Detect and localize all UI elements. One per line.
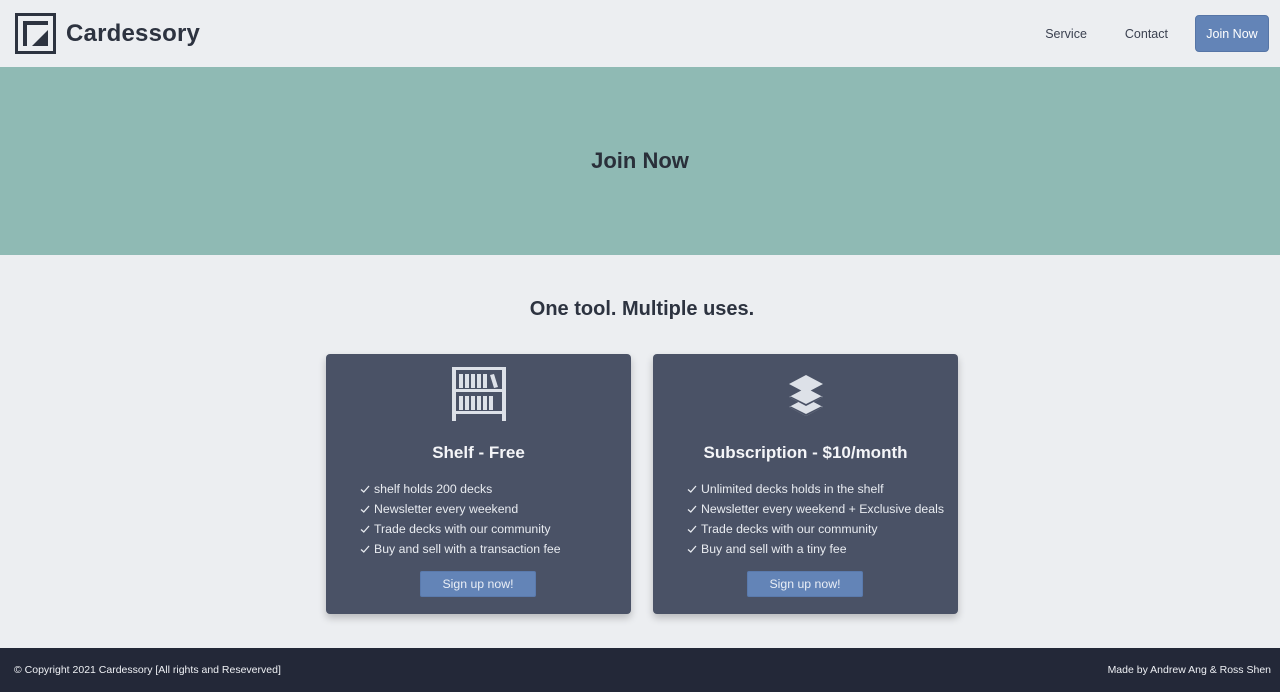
site-header: Cardessory Service Contact Join Now xyxy=(0,0,1280,67)
feature-item: Unlimited decks holds in the shelf xyxy=(687,479,944,499)
credits-text: Made by Andrew Ang & Ross Shen xyxy=(1107,664,1271,676)
feature-item: shelf holds 200 decks xyxy=(360,479,561,499)
section-title: One tool. Multiple uses. xyxy=(529,298,755,320)
feature-item: Buy and sell with a tiny fee xyxy=(687,539,944,559)
feature-text: Unlimited decks holds in the shelf xyxy=(701,482,884,496)
plan-title: Subscription - $10/month xyxy=(703,443,908,462)
nav-service-link[interactable]: Service xyxy=(1030,19,1102,49)
signup-button-subscription[interactable]: Sign up now! xyxy=(747,571,863,597)
feature-text: Trade decks with our community xyxy=(701,522,878,536)
cardessory-logo-icon xyxy=(15,13,56,54)
join-now-button[interactable]: Join Now xyxy=(1195,15,1269,52)
check-icon xyxy=(360,545,370,553)
layers-icon xyxy=(788,375,823,416)
check-icon xyxy=(360,525,370,533)
feature-list: shelf holds 200 decks Newsletter every w… xyxy=(360,479,561,559)
card-icon-wrap xyxy=(653,366,958,422)
plan-card-subscription: Subscription - $10/month Unlimited decks… xyxy=(653,354,958,614)
hero-banner: Join Now xyxy=(0,67,1280,255)
feature-text: Buy and sell with a tiny fee xyxy=(701,542,847,556)
plan-title: Shelf - Free xyxy=(432,443,525,462)
bookshelf-icon xyxy=(451,367,506,421)
check-icon xyxy=(360,505,370,513)
copyright-text: © Copyright 2021 Cardessory [All rights … xyxy=(14,664,281,676)
check-icon xyxy=(687,525,697,533)
signup-button-shelf[interactable]: Sign up now! xyxy=(420,571,536,597)
feature-text: Newsletter every weekend + Exclusive dea… xyxy=(701,502,944,516)
check-icon xyxy=(687,485,697,493)
card-icon-wrap xyxy=(326,366,631,422)
main-nav: Service Contact Join Now xyxy=(1030,15,1269,52)
feature-text: Newsletter every weekend xyxy=(374,502,519,516)
brand-name: Cardessory xyxy=(66,19,201,47)
feature-item: Buy and sell with a transaction fee xyxy=(360,539,561,559)
plan-card-shelf: Shelf - Free shelf holds 200 decks Newsl… xyxy=(326,354,631,614)
feature-text: shelf holds 200 decks xyxy=(374,482,493,496)
check-icon xyxy=(360,485,370,493)
nav-contact-link[interactable]: Contact xyxy=(1110,19,1183,49)
feature-item: Newsletter every weekend xyxy=(360,499,561,519)
check-icon xyxy=(687,505,697,513)
feature-text: Buy and sell with a transaction fee xyxy=(374,542,561,556)
hero-title: Join Now xyxy=(591,148,689,173)
check-icon xyxy=(687,545,697,553)
site-footer: © Copyright 2021 Cardessory [All rights … xyxy=(0,648,1280,692)
feature-item: Newsletter every weekend + Exclusive dea… xyxy=(687,499,944,519)
feature-item: Trade decks with our community xyxy=(687,519,944,539)
feature-text: Trade decks with our community xyxy=(374,522,551,536)
feature-item: Trade decks with our community xyxy=(360,519,561,539)
brand-link[interactable]: Cardessory xyxy=(15,13,200,54)
feature-list: Unlimited decks holds in the shelf Newsl… xyxy=(687,479,944,559)
